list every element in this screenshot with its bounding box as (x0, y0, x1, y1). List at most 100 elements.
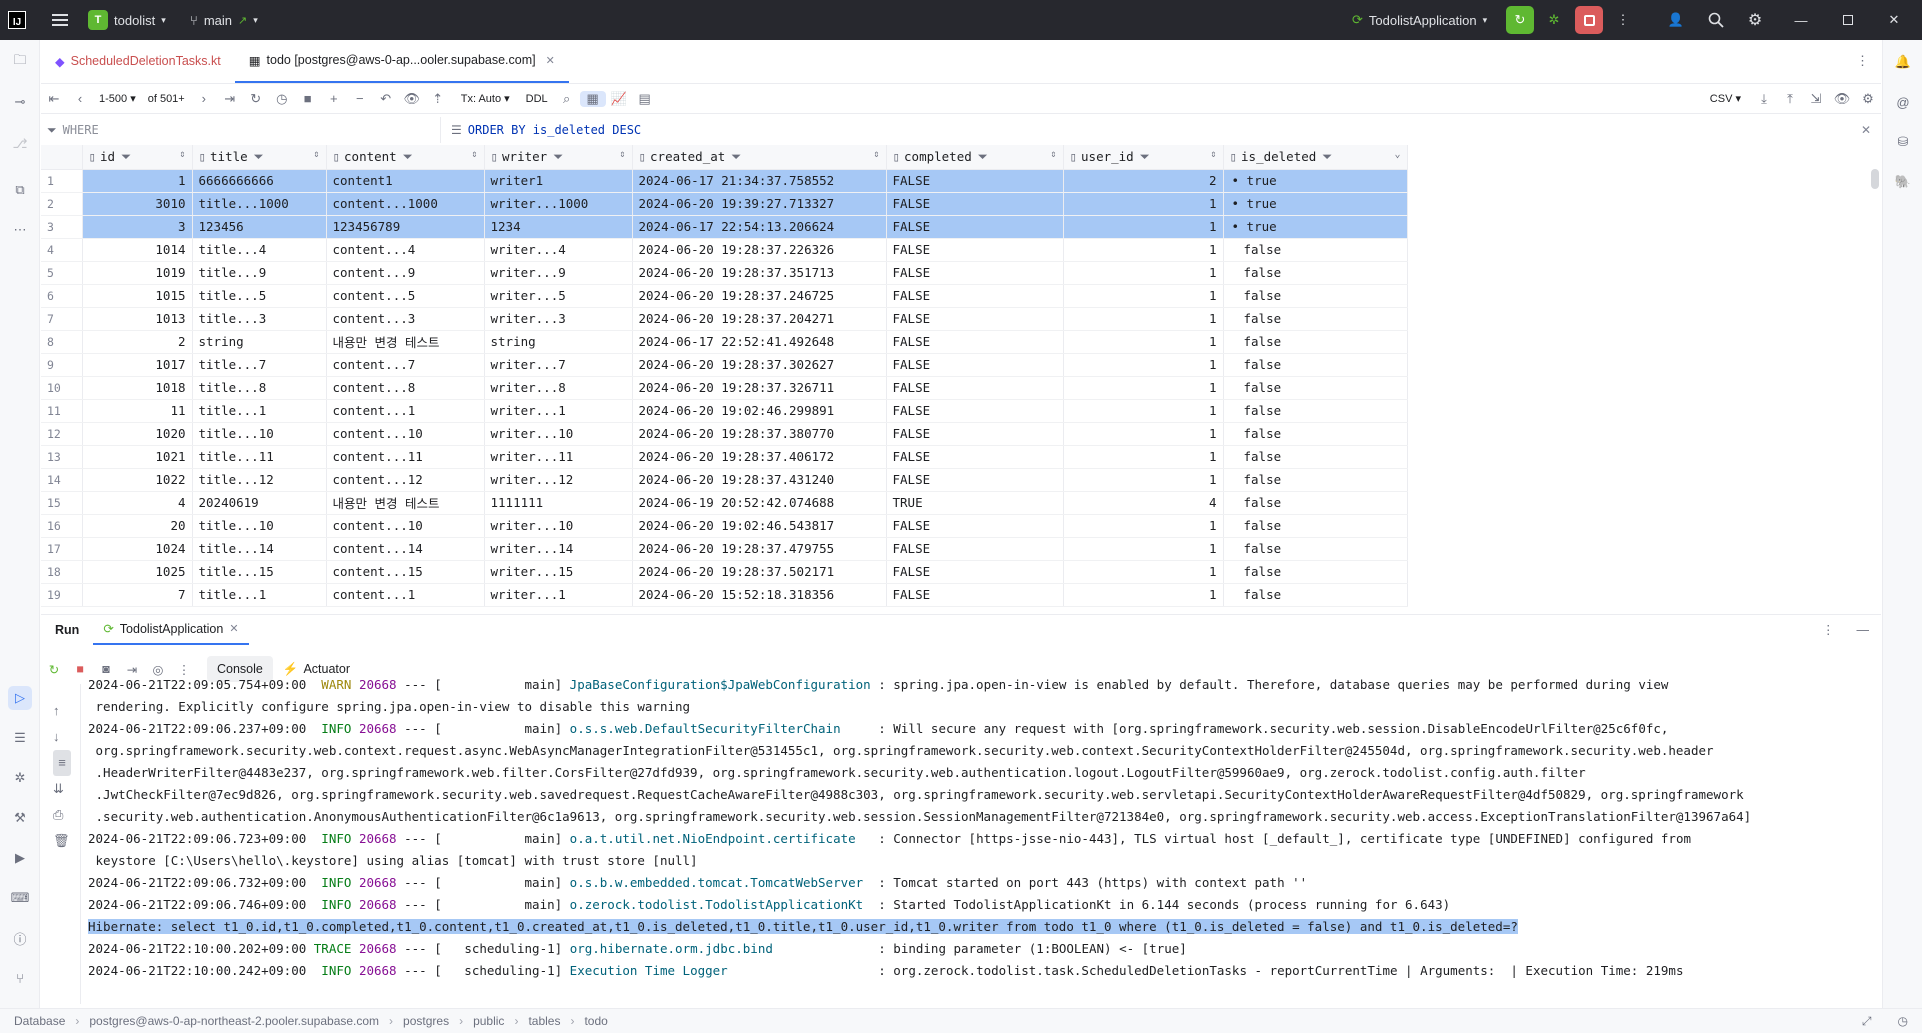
cell-is-deleted[interactable]: false (1223, 560, 1408, 584)
cell-is-deleted[interactable]: false (1223, 468, 1408, 492)
cell-completed[interactable]: FALSE (886, 537, 1064, 561)
row-number[interactable]: 16 (41, 514, 83, 538)
cell-id[interactable]: 7 (82, 583, 193, 607)
table-row[interactable]: 19 7 title...1 content...1 writer...1 2024-06… (41, 583, 1408, 607)
sort-icon[interactable]: ⇕ (179, 149, 185, 160)
row-number[interactable]: 6 (41, 284, 83, 308)
cell-content[interactable]: content1 (326, 169, 485, 193)
main-menu-button[interactable] (46, 6, 74, 34)
cell-user-id[interactable]: 2 (1063, 169, 1224, 193)
problems-tool-button[interactable]: ⓘ (8, 926, 32, 950)
git-status-icon[interactable]: ◷ (1884, 1014, 1922, 1028)
chart-view-button[interactable]: 📈 (606, 91, 632, 107)
record-view-button[interactable]: ▤ (632, 91, 658, 107)
table-row[interactable]: 9 1017 title...7 content...7 writer...7 2024-… (41, 353, 1408, 377)
run-tab-todolist[interactable]: ⟳ TodolistApplication ✕ (93, 615, 249, 645)
build-tool-button[interactable]: ⚒ (8, 806, 32, 830)
cell-content[interactable]: content...4 (326, 238, 485, 262)
cell-title[interactable]: title...3 (192, 307, 327, 331)
cell-user-id[interactable]: 1 (1063, 215, 1224, 239)
row-number[interactable]: 9 (41, 353, 83, 377)
table-row[interactable]: 14 1022 title...12 content...12 writer...12 2… (41, 468, 1408, 492)
cell-is-deleted[interactable]: false (1223, 376, 1408, 400)
console-text[interactable]: o.s.s.web.DefaultSecurityFilterChain (570, 721, 841, 736)
table-row[interactable]: 1 1 6666666666 content1 writer1 2024-06-17 21… (41, 169, 1408, 193)
cell-title[interactable]: title...14 (192, 537, 327, 561)
next-page-button[interactable]: › (191, 91, 217, 106)
cell-title[interactable]: 123456 (192, 215, 327, 239)
cell-id[interactable]: 20 (82, 514, 193, 538)
project-widget[interactable]: T todolist ▾ (88, 10, 166, 30)
cell-user-id[interactable]: 1 (1063, 560, 1224, 584)
vertical-dots-icon[interactable]: ⋮ (1812, 622, 1845, 637)
cell-id[interactable]: 1017 (82, 353, 193, 377)
row-total[interactable]: of 501+ (142, 93, 191, 105)
breadcrumb-item[interactable]: public (473, 1014, 504, 1028)
cell-id[interactable]: 1 (82, 169, 193, 193)
cell-content[interactable]: 내용만 변경 테스트 (326, 330, 485, 354)
cell-created-at[interactable]: 2024-06-20 19:28:37.502171 (632, 560, 887, 584)
cell-writer[interactable]: writer...11 (484, 445, 633, 469)
cell-is-deleted[interactable]: false (1223, 330, 1408, 354)
history-button[interactable]: ◷ (269, 91, 295, 107)
cell-user-id[interactable]: 1 (1063, 330, 1224, 354)
console-text[interactable]: o.s.b.w.embedded.tomcat.TomcatWebServer (570, 875, 864, 890)
cell-id[interactable]: 1021 (82, 445, 193, 469)
cell-completed[interactable]: FALSE (886, 261, 1064, 285)
cell-created-at[interactable]: 2024-06-20 19:28:37.326711 (632, 376, 887, 400)
order-by-filter[interactable]: ☰ ORDER BY is_deleted DESC (441, 123, 1861, 137)
debug-tool-button[interactable]: ✲ (8, 766, 32, 790)
cell-completed[interactable]: FALSE (886, 353, 1064, 377)
cell-id[interactable]: 4 (82, 491, 193, 515)
code-with-me-button[interactable]: 👤 (1662, 6, 1690, 34)
cell-content[interactable]: content...9 (326, 261, 485, 285)
cell-is-deleted[interactable]: false (1223, 238, 1408, 262)
export-format-selector[interactable]: CSV ▾ (1700, 92, 1751, 105)
cell-title[interactable]: title...8 (192, 376, 327, 400)
where-filter[interactable]: ⏷ WHERE (41, 117, 441, 143)
column-header-writer[interactable]: ▯ writer ⏷ ⇕ (484, 145, 633, 170)
where-input[interactable]: WHERE (63, 123, 99, 137)
row-number[interactable]: 4 (41, 238, 83, 262)
cell-id[interactable]: 1022 (82, 468, 193, 492)
cell-user-id[interactable]: 1 (1063, 445, 1224, 469)
cell-is-deleted[interactable]: false (1223, 445, 1408, 469)
cell-content[interactable]: content...10 (326, 422, 485, 446)
row-number[interactable]: 3 (41, 215, 83, 239)
delete-row-button[interactable]: − (347, 91, 373, 106)
table-row[interactable]: 12 1020 title...10 content...10 writer...10 2… (41, 422, 1408, 446)
cell-content[interactable]: content...8 (326, 376, 485, 400)
cell-is-deleted[interactable]: false (1223, 307, 1408, 331)
first-page-button[interactable]: ⇤ (41, 91, 67, 107)
cell-content[interactable]: 내용만 변경 테스트 (326, 491, 485, 515)
reload-button[interactable]: ↻ (243, 91, 269, 107)
cell-writer[interactable]: writer...5 (484, 284, 633, 308)
ide-logo[interactable]: IJ (8, 11, 26, 29)
table-row[interactable]: 4 1014 title...4 content...4 writer...4 2024-… (41, 238, 1408, 262)
cell-content[interactable]: content...7 (326, 353, 485, 377)
trash-icon[interactable]: 🗑 (53, 828, 80, 854)
transpose-icon[interactable]: ⇲ (1803, 91, 1829, 107)
table-view-button[interactable]: ▦ (579, 90, 606, 107)
cell-content[interactable]: content...1 (326, 399, 485, 423)
services-tool-button[interactable]: ▶ (8, 846, 32, 870)
column-header-created-at[interactable]: ▯ created_at ⏷ ⇕ (632, 145, 887, 170)
cell-completed[interactable]: FALSE (886, 376, 1064, 400)
cell-title[interactable]: string (192, 330, 327, 354)
cell-created-at[interactable]: 2024-06-20 19:28:37.380770 (632, 422, 887, 446)
search-icon[interactable]: ⌕ (554, 91, 580, 107)
cell-is-deleted[interactable]: false (1223, 353, 1408, 377)
cell-created-at[interactable]: 2024-06-20 19:28:37.226326 (632, 238, 887, 262)
cell-id[interactable]: 1025 (82, 560, 193, 584)
submit-button[interactable]: ⇡ (425, 91, 451, 107)
cell-title[interactable]: title...15 (192, 560, 327, 584)
cell-user-id[interactable]: 1 (1063, 261, 1224, 285)
minimize-button[interactable]: — (1787, 6, 1815, 34)
table-row[interactable]: 8 2 string 내용만 변경 테스트 string 2024-06-17 22:52… (41, 330, 1408, 354)
ddl-button[interactable]: DDL (520, 93, 554, 105)
table-row[interactable]: 17 1024 title...14 content...14 writer...14 2… (41, 537, 1408, 561)
cell-completed[interactable]: FALSE (886, 399, 1064, 423)
sort-desc-icon[interactable]: ⌄ (1394, 149, 1400, 160)
sort-icon[interactable]: ⇕ (471, 149, 477, 160)
search-everywhere-button[interactable] (1702, 6, 1730, 34)
